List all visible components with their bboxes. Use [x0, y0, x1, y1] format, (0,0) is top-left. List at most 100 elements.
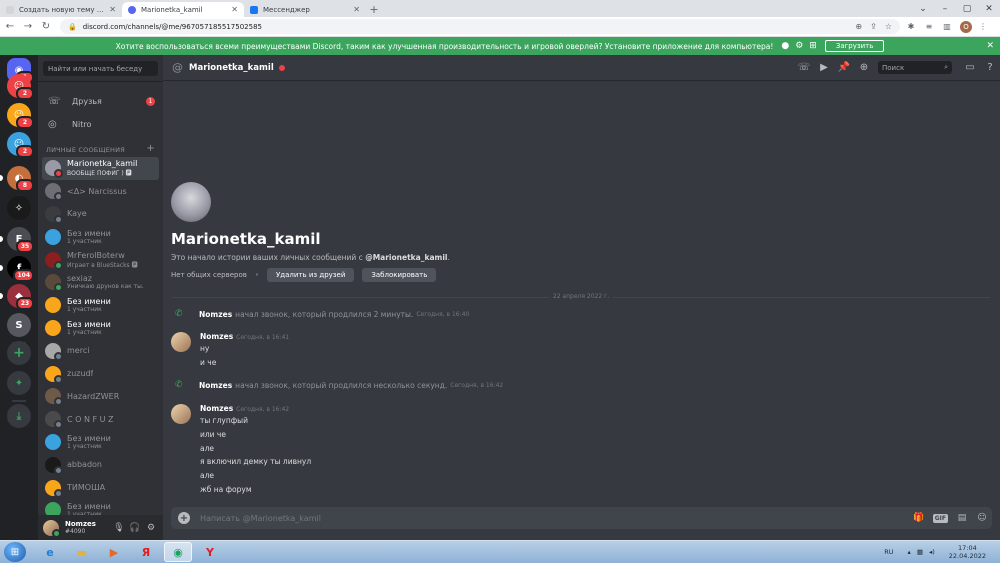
chat-search-input[interactable]: Поиск ⌕ [878, 61, 952, 74]
user-avatar[interactable] [43, 519, 61, 538]
close-icon[interactable]: ✕ [986, 41, 994, 51]
tab-reallyworld[interactable]: Создать новую тему - ReallyWo... ✕ [0, 2, 122, 17]
pinned-messages-icon[interactable]: 📌 [834, 62, 854, 73]
dm-list-item[interactable]: abbadon [42, 453, 159, 476]
dm-list-item[interactable]: ТИМОША [42, 476, 159, 499]
back-button[interactable]: ← [2, 19, 18, 35]
ie-taskbar-icon[interactable]: e [36, 542, 64, 562]
bookmark-star-icon[interactable]: ☆ [885, 22, 892, 31]
help-icon[interactable]: ? [980, 62, 1000, 73]
dm-avatar-server[interactable]: ☺ 2 [7, 103, 34, 129]
message-line: или че [200, 430, 226, 439]
inbox-icon[interactable]: ▭ [960, 62, 980, 73]
message-author[interactable]: Nomzes [200, 404, 233, 413]
dm-list-item[interactable]: Без имени1 участник [42, 431, 159, 454]
server-icon[interactable]: S [7, 313, 31, 337]
network-icon[interactable]: ▦ [917, 548, 923, 556]
dm-list-item[interactable]: C O N F U Z [42, 408, 159, 431]
block-button[interactable]: Заблокировать [362, 268, 437, 282]
install-app-icon[interactable]: ⊕ [855, 22, 862, 31]
dm-list-item[interactable]: Kaye [42, 203, 159, 226]
dm-list-item[interactable]: Без имени1 участник [42, 317, 159, 340]
server-icon[interactable]: ◐ 8 [7, 166, 34, 192]
dm-list-item[interactable]: <Δ> Narcissus [42, 180, 159, 203]
window-close-button[interactable]: ✕ [978, 0, 1000, 17]
start-button[interactable]: ⊞ [4, 542, 26, 562]
message-input[interactable]: Написать @Marionetka_kamil [200, 514, 909, 523]
video-call-icon[interactable]: ▶ [814, 62, 834, 73]
add-server-button[interactable]: + [7, 341, 31, 365]
friends-nav-item[interactable]: ☏ Друзья 1 [42, 90, 159, 112]
lock-icon[interactable]: 🔒 [68, 23, 77, 31]
extensions-icon[interactable]: ✱ [904, 20, 918, 34]
dm-avatar-server[interactable]: ☺ 2 [7, 132, 34, 158]
sticker-icon[interactable]: ▤ [952, 513, 972, 523]
media-player-taskbar-icon[interactable]: ▶ [100, 542, 128, 562]
message-author[interactable]: Nomzes [199, 310, 232, 319]
reload-button[interactable]: ↻ [38, 19, 54, 35]
minimize-button[interactable]: – [934, 0, 956, 17]
browser-menu-icon[interactable]: ⋮ [976, 20, 990, 34]
close-icon[interactable]: ✕ [353, 5, 360, 14]
gift-icon[interactable]: 🎁 [909, 513, 929, 523]
dm-list-item[interactable]: merci [42, 339, 159, 362]
profile-avatar[interactable]: O [960, 20, 972, 33]
settings-gear-icon[interactable]: ⚙ [143, 523, 159, 533]
tray-expand-icon[interactable]: ▴ [908, 548, 911, 556]
language-indicator[interactable]: RU [884, 548, 893, 556]
dm-list-item[interactable]: Без имени1 участник [42, 294, 159, 317]
create-dm-button[interactable]: + [146, 144, 155, 154]
voice-call-icon[interactable]: ☏ [794, 62, 814, 73]
server-icon[interactable]: ✧ [7, 196, 31, 220]
dm-list-item[interactable]: sexiaz Уничкаю друнов как ты. [42, 271, 159, 294]
dm-subtitle: 1 участник [67, 328, 102, 336]
remove-friend-button[interactable]: Удалить из друзей [267, 268, 355, 282]
close-icon[interactable]: ✕ [109, 5, 116, 14]
attach-plus-button[interactable]: + [178, 512, 190, 524]
dm-list-item[interactable]: Marionetka_kamil ВООБЩЕ ПОФИГ ) 🅿 [42, 157, 159, 180]
message-avatar[interactable] [171, 404, 191, 424]
dm-list-item[interactable]: MrFerolBoterw Играет в BlueStacks 🅿 [42, 248, 159, 271]
dm-avatar [45, 342, 63, 361]
gif-button[interactable]: GIF [932, 513, 948, 523]
share-icon[interactable]: ⇪ [870, 22, 877, 31]
server-icon[interactable]: F 35 [7, 227, 34, 253]
server-icon[interactable]: ◆ 23 [7, 284, 34, 310]
address-bar[interactable]: 🔒 discord.com/channels/@me/9670571855175… [60, 19, 900, 34]
explore-servers-button[interactable]: ✦ [7, 371, 31, 395]
unread-badge: 104 [13, 269, 34, 282]
forward-button[interactable]: → [20, 19, 36, 35]
download-button[interactable]: Загрузить [824, 40, 885, 52]
dm-avatar-server[interactable]: ☺ 2 [7, 74, 34, 100]
dm-list-item[interactable]: Без имени1 участник [42, 225, 159, 248]
microphone-icon[interactable]: 🎙 [111, 523, 127, 533]
explorer-taskbar-icon[interactable]: ▬ [68, 542, 96, 562]
dm-list-item[interactable]: zuzudf [42, 362, 159, 385]
nitro-nav-item[interactable]: ◎ Nitro [42, 113, 159, 135]
message-author[interactable]: Nomzes [200, 332, 233, 341]
add-friend-to-dm-icon[interactable]: ⊕ [854, 62, 874, 73]
tab-search-icon[interactable]: ⌄ [912, 0, 934, 17]
reading-list-icon[interactable]: ≡ [922, 20, 936, 34]
message-avatar[interactable] [171, 332, 191, 352]
taskbar-clock[interactable]: 17:04 22.04.2022 [949, 544, 986, 560]
yandex-browser-taskbar-icon[interactable]: Y [196, 542, 224, 562]
tab-discord[interactable]: Marionetka_kamil ✕ [122, 2, 244, 17]
headphones-icon[interactable]: 🎧 [127, 523, 143, 533]
maximize-button[interactable]: ▢ [956, 0, 978, 17]
volume-icon[interactable]: ◂) [929, 548, 935, 556]
find-conversation-input[interactable]: Найти или начать беседу [43, 61, 158, 76]
system-message-text: начал звонок, который продлился нескольк… [235, 380, 448, 390]
download-apps-button[interactable]: ⤓ [7, 404, 31, 428]
message-author[interactable]: Nomzes [199, 381, 232, 390]
chrome-taskbar-icon[interactable]: ◉ [164, 542, 192, 562]
side-panel-icon[interactable]: ▥ [940, 20, 954, 34]
new-tab-button[interactable]: + [366, 2, 382, 17]
close-icon[interactable]: ✕ [231, 5, 238, 14]
server-icon[interactable]: ƒ 104 [7, 256, 34, 282]
dm-list-item[interactable]: HazardZWER [42, 385, 159, 408]
yandex-taskbar-icon[interactable]: Я [132, 542, 160, 562]
tab-messenger[interactable]: Мессенджер ✕ [244, 2, 366, 17]
user-info[interactable]: Nomzes #4090 [65, 520, 96, 535]
emoji-icon[interactable]: ☺ [972, 513, 992, 523]
